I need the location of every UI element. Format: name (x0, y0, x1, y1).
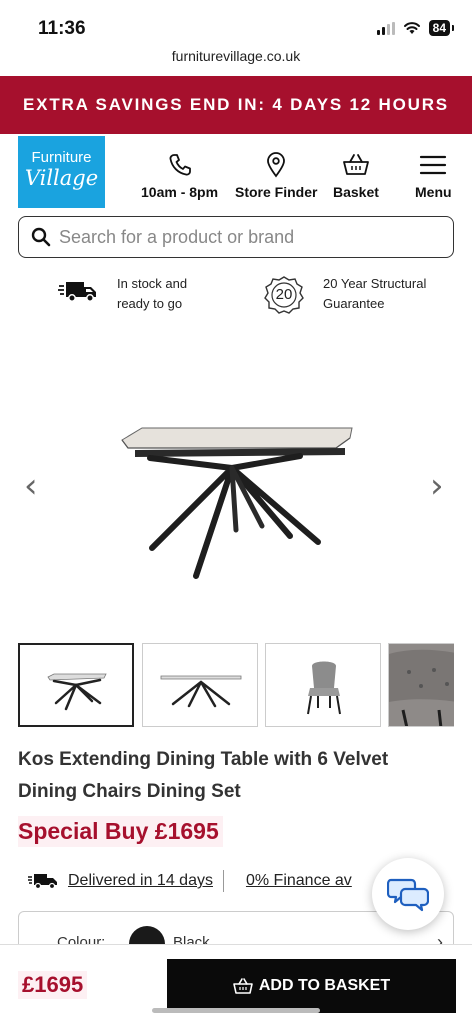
nav-basket[interactable]: Basket (333, 152, 379, 200)
home-indicator[interactable] (152, 1008, 320, 1013)
thumbnail-table-angle[interactable] (18, 643, 134, 727)
furniture-village-logo[interactable]: Furniture Village (18, 136, 105, 208)
usp-line: ready to go (117, 296, 183, 311)
gallery-prev-arrow[interactable]: ‹ (24, 466, 38, 506)
browser-url[interactable]: furniturevillage.co.uk (0, 48, 472, 76)
thumbnail-chair[interactable] (265, 643, 381, 727)
logo-line1: Furniture (31, 149, 92, 166)
location-pin-icon (267, 152, 286, 178)
nav-label: 10am - 8pm (141, 184, 219, 200)
search-icon (31, 227, 51, 247)
gallery-next-arrow[interactable]: › (430, 466, 444, 506)
search-input[interactable]: Search for a product or brand (59, 227, 294, 248)
nav-opening-hours[interactable]: 10am - 8pm (141, 152, 218, 200)
add-to-basket-label: ADD TO BASKET (258, 977, 391, 994)
nav-label: Menu (415, 184, 452, 200)
guarantee-badge-number: 20 (275, 286, 293, 303)
usp-in-stock: In stock and ready to go (117, 274, 187, 314)
logo-line2: Village (24, 166, 99, 190)
hamburger-menu-icon (420, 155, 447, 175)
battery-indicator: 84 (428, 20, 455, 36)
usp-line: Guarantee (323, 296, 385, 311)
status-icons: 84 (376, 20, 455, 36)
usp-guarantee: 20 Year Structural Guarantee (323, 274, 426, 314)
special-buy-price: Special Buy £1695 (18, 816, 223, 847)
thumbnail-table-side[interactable] (142, 643, 258, 727)
phone-icon (169, 154, 191, 176)
cellular-signal-icon (376, 21, 395, 35)
nav-store-finder[interactable]: Store Finder (235, 152, 317, 200)
divider (222, 870, 224, 892)
guarantee-badge-icon: 20 (262, 276, 306, 314)
product-title: Kos Extending Dining Table with 6 Velvet… (18, 749, 389, 802)
status-bar: 11:36 84 (0, 0, 472, 48)
delivery-finance-row: Delivered in 14 days 0% Finance av (28, 870, 352, 892)
basket-icon (343, 154, 369, 175)
delivery-link[interactable]: Delivered in 14 days (68, 872, 213, 890)
sticky-price: £1695 (18, 971, 88, 999)
basket-icon (233, 978, 253, 994)
wifi-icon (403, 22, 420, 34)
usp-line: In stock and (117, 276, 188, 291)
search-bar[interactable]: Search for a product or brand (18, 216, 454, 258)
thumbnail-chair-closeup[interactable] (388, 643, 454, 727)
chat-bubbles-icon (387, 878, 429, 912)
delivery-van-icon (28, 874, 57, 890)
finance-link[interactable]: 0% Finance av (246, 872, 352, 890)
live-chat-button[interactable] (372, 858, 444, 930)
nav-label: Basket (333, 184, 379, 200)
nav-menu[interactable]: Menu (415, 152, 452, 200)
gallery-thumbnails (18, 643, 454, 729)
promo-banner[interactable]: EXTRA SAVINGS END IN: 4 DAYS 12 HOURS (0, 76, 472, 134)
site-header: Furniture Village 10am - 8pm Store Finde… (0, 134, 472, 214)
delivery-van-icon (58, 282, 96, 302)
product-hero-image[interactable] (0, 330, 472, 630)
add-to-basket-button[interactable]: ADD TO BASKET (167, 959, 456, 1013)
usp-line: 20 Year Structural (323, 276, 427, 291)
status-time: 11:36 (38, 18, 86, 39)
nav-label: Store Finder (235, 184, 318, 200)
